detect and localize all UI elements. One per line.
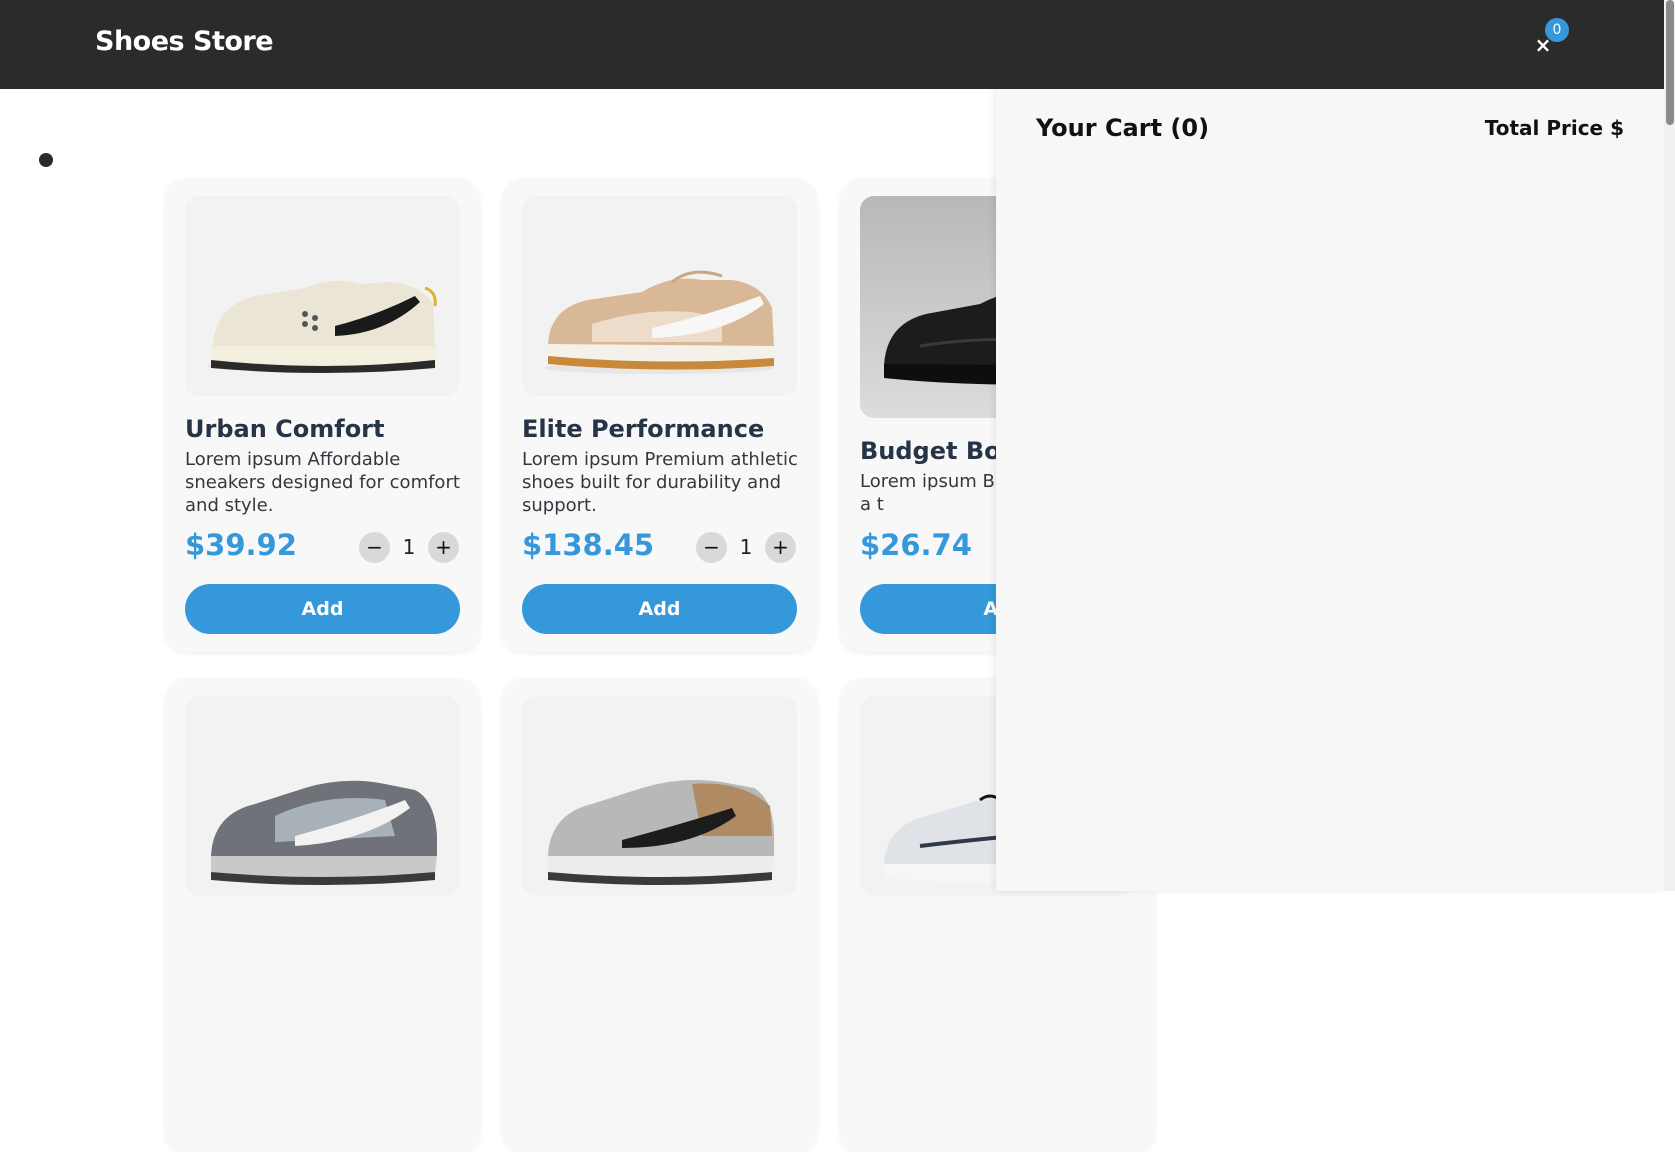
add-to-cart-button[interactable]: Add [185,584,460,634]
cart-count-badge: 0 [1545,18,1569,42]
product-image [522,696,797,896]
top-navbar: Shoes Store × 0 [0,0,1664,89]
sneaker-cream-image [207,280,437,373]
increase-quantity-button[interactable]: + [765,532,796,563]
product-image [185,196,460,396]
product-name: Urban Comfort [185,415,385,443]
cart-panel: Your Cart (0) Total Price $ [996,89,1664,891]
cart-total-price: Total Price $ [1484,116,1624,140]
product-image [522,196,797,396]
decrease-quantity-button[interactable]: − [359,532,390,563]
sneaker-silver-image [548,780,774,885]
product-price: $26.74 [860,528,972,562]
scrollbar-thumb[interactable] [1666,0,1674,125]
sneaker-tan-image [544,270,774,374]
quantity-stepper: − 1 + [359,532,464,563]
product-card [165,678,480,1152]
page-scrollbar[interactable] [1664,0,1675,891]
product-description: Lorem ipsum Premium athletic shoes built… [522,449,798,516]
list-bullet [39,153,53,167]
product-price: $39.92 [185,528,297,562]
quantity-value: 1 [402,535,416,559]
add-to-cart-button[interactable]: Add [522,584,797,634]
product-card: Urban Comfort Lorem ipsum Affordable sne… [165,178,480,652]
product-price: $138.45 [522,528,655,562]
product-name: Elite Performance [522,415,765,443]
quantity-stepper: − 1 + [696,532,801,563]
product-image [185,696,460,896]
cart-title: Your Cart (0) [1036,114,1210,142]
increase-quantity-button[interactable]: + [428,532,459,563]
quantity-value: 1 [739,535,753,559]
product-card: Elite Performance Lorem ipsum Premium at… [502,178,817,652]
brand-title[interactable]: Shoes Store [95,26,274,57]
decrease-quantity-button[interactable]: − [696,532,727,563]
product-card [502,678,817,1152]
sneaker-grey-image [211,780,437,885]
product-description: Lorem ipsum Affordable sneakers designed… [185,449,460,516]
